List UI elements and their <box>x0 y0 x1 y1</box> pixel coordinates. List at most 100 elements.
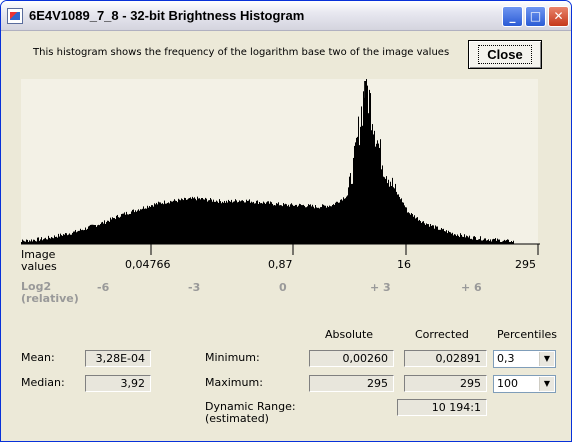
histogram-bin <box>415 218 416 244</box>
maximize-button[interactable]: □ <box>525 6 546 27</box>
log2-label-line2: (relative) <box>21 292 79 305</box>
histogram-bin <box>112 217 113 244</box>
histogram-bin <box>149 206 150 244</box>
histogram-bin <box>406 207 407 244</box>
histogram-bin <box>373 134 374 244</box>
histogram-bin <box>238 201 239 244</box>
histogram-bin <box>355 142 356 244</box>
histogram-bin <box>348 187 349 244</box>
minimum-percentile-value: 0,3 <box>497 352 515 365</box>
histogram-bin <box>285 203 286 244</box>
histogram-bin <box>284 204 285 244</box>
histogram-bin <box>374 130 375 244</box>
histogram-bin <box>286 204 287 244</box>
histogram-bin <box>146 208 147 244</box>
histogram-bin <box>400 199 401 244</box>
log2-tick-label: -3 <box>188 281 201 294</box>
log2-tick-label: -6 <box>97 281 110 294</box>
log2-tick-label: + 6 <box>461 281 482 294</box>
percentiles-header: Percentiles <box>497 328 558 341</box>
histogram-bin <box>392 177 393 244</box>
histogram-bin <box>403 202 404 244</box>
histogram-bin <box>404 205 405 244</box>
histogram-bin <box>148 207 149 244</box>
histogram-bin <box>427 224 428 244</box>
histogram-bin <box>422 221 423 244</box>
histogram-bin <box>201 198 202 244</box>
image-values-label: Image values <box>21 249 57 273</box>
histogram-bin <box>273 205 274 244</box>
histogram-bin <box>207 201 208 244</box>
histogram-bin <box>141 209 142 244</box>
histogram-bin <box>271 202 272 244</box>
histogram-bin <box>349 176 350 244</box>
histogram-bin <box>287 206 288 244</box>
histogram-bin <box>212 201 213 244</box>
histogram-bin <box>350 173 351 244</box>
histogram-peak <box>364 81 367 244</box>
dynamic-range-value: 10 194:1 <box>397 399 487 416</box>
histogram-bin <box>231 199 232 244</box>
histogram-bin <box>310 204 311 244</box>
histogram-bin <box>184 197 185 244</box>
histogram-bin <box>110 217 111 244</box>
histogram-bin <box>202 197 203 244</box>
histogram-bin <box>399 196 400 244</box>
close-button[interactable]: Close <box>468 40 542 69</box>
histogram-bin <box>182 199 183 244</box>
histogram-svg <box>21 79 514 244</box>
close-window-button[interactable]: ✕ <box>548 6 569 27</box>
histogram-bin <box>316 207 317 244</box>
histogram-bin <box>195 198 196 244</box>
histogram-bin <box>183 200 184 244</box>
histogram-bin <box>176 200 177 244</box>
histogram-bin <box>299 203 300 244</box>
absolute-header: Absolute <box>325 328 374 341</box>
histogram-bin <box>111 219 112 244</box>
histogram-bin <box>236 200 237 244</box>
histogram-bin <box>333 204 334 244</box>
histogram-bin <box>376 143 377 244</box>
histogram-bin <box>126 211 127 244</box>
histogram-bin <box>377 140 378 244</box>
median-value: 3,92 <box>85 375 151 392</box>
histogram-bin <box>108 220 109 244</box>
minimum-percentile-select[interactable]: 0,3 ▼ <box>493 350 556 368</box>
histogram-bin <box>249 199 250 244</box>
histogram-bin <box>318 207 319 244</box>
histogram-bin <box>244 202 245 244</box>
histogram-bin <box>228 199 229 244</box>
minimum-absolute-value: 0,00260 <box>309 350 394 367</box>
histogram-bin <box>426 223 427 244</box>
histogram-bin <box>358 116 359 244</box>
histogram-bin <box>226 200 227 244</box>
histogram-bin <box>385 178 386 244</box>
histogram-bin <box>162 203 163 244</box>
histogram-bin <box>235 199 236 244</box>
histogram-bin <box>245 202 246 244</box>
maximum-percentile-select[interactable]: 100 ▼ <box>493 375 556 393</box>
histogram-bin <box>282 206 283 244</box>
histogram-bin <box>151 205 152 244</box>
histogram-bin <box>125 214 126 244</box>
dynamic-range-label: Dynamic Range: (estimated) <box>205 401 296 425</box>
histogram-bin <box>104 220 105 244</box>
chevron-down-icon[interactable]: ▼ <box>539 377 554 391</box>
histogram-bin <box>371 130 372 244</box>
histogram-bin <box>199 198 200 244</box>
histogram-bin <box>164 200 165 244</box>
histogram-bin <box>218 202 219 244</box>
histogram-bin <box>317 207 318 244</box>
histogram-bin <box>229 201 230 244</box>
histogram-bin <box>175 200 176 244</box>
histogram-bin <box>379 147 380 244</box>
chevron-down-icon[interactable]: ▼ <box>539 352 554 366</box>
minimize-button[interactable]: _ <box>502 6 523 27</box>
histogram-bin <box>247 200 248 244</box>
histogram-bin <box>378 143 379 244</box>
histogram-bin <box>262 203 263 244</box>
title-bar[interactable]: 6E4V1089_7_8 - 32-bit Brightness Histogr… <box>1 1 571 31</box>
histogram-bin <box>213 199 214 244</box>
histogram-bin <box>331 206 332 244</box>
window-title: 6E4V1089_7_8 - 32-bit Brightness Histogr… <box>29 8 305 23</box>
